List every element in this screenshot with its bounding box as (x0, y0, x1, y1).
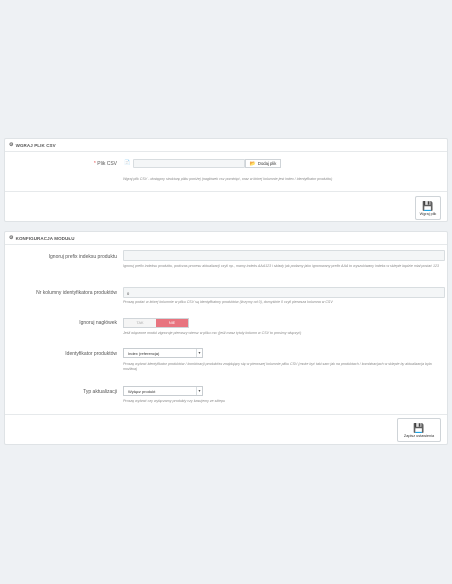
update-type-label: Typ aktualizacji (83, 389, 117, 395)
ignore-header-toggle[interactable]: TAK NIE (123, 318, 189, 328)
prefix-input[interactable] (123, 250, 445, 261)
config-footer-divider (5, 414, 447, 415)
csv-file-label: * Plik CSV (5, 161, 117, 167)
upload-file-button-label: Wgraj plik (419, 211, 437, 216)
column-number-help: Proszę podać w której kolumnie w pliku C… (123, 300, 333, 304)
csv-file-input[interactable] (133, 159, 245, 168)
gear-icon: ⚙ (9, 142, 14, 148)
upload-file-button[interactable]: 💾 Wgraj plik (415, 196, 441, 220)
config-panel-title: KONFIGURACJA MODUŁU (15, 235, 75, 241)
column-number-label: Nr kolumny identyfikatora produktów (36, 290, 117, 296)
ignore-header-label: Ignoruj nagłówek (79, 320, 117, 326)
csv-file-label-text: Plik CSV (97, 161, 117, 167)
identifier-help: Proszę wybrać identyfikator produktów / … (123, 362, 432, 371)
chevron-down-icon: ▼ (196, 387, 202, 395)
save-settings-button-label: Zapisz ustawienia (403, 433, 435, 438)
gear-icon: ⚙ (9, 235, 14, 241)
csv-file-help: Wgraj plik CSV - dostępny strukturę plik… (123, 177, 333, 181)
prefix-label: Ignoruj prefix indeksu produktu (48, 254, 117, 260)
add-file-button[interactable]: 📂 Dodaj plik (245, 159, 281, 168)
file-icon: 📄 (124, 160, 131, 166)
identifier-select-value: Index (referencja) (128, 350, 160, 356)
floppy-disk-icon: 💾 (422, 200, 434, 211)
floppy-disk-icon: 💾 (413, 422, 425, 433)
module-config-panel: ⚙ KONFIGURACJA MODUŁU Ignoruj prefix ind… (4, 231, 448, 445)
save-settings-button[interactable]: 💾 Zapisz ustawienia (397, 418, 441, 442)
required-mark: * (93, 161, 96, 167)
identifier-select[interactable]: Index (referencja) ▼ (123, 348, 203, 358)
toggle-no-option[interactable]: NIE (156, 319, 188, 327)
upload-panel-title: WGRAJ PLIK CSV (15, 142, 56, 148)
update-type-select[interactable]: Wyłącz produkt ▼ (123, 386, 203, 396)
prefix-help: Ignoruj prefix indeksu produktu, podczas… (123, 264, 440, 268)
toggle-yes-option[interactable]: TAK (124, 319, 156, 327)
folder-icon: 📂 (249, 160, 256, 167)
upload-csv-panel: ⚙ WGRAJ PLIK CSV * Plik CSV 📄 📂 Dodaj pl… (4, 138, 448, 222)
update-type-select-value: Wyłącz produkt (128, 388, 156, 394)
upload-footer-divider (5, 191, 447, 192)
column-number-value: 0 (127, 291, 130, 296)
upload-panel-header: ⚙ WGRAJ PLIK CSV (5, 139, 447, 152)
identifier-label: Identyfikator produktów (65, 351, 117, 357)
update-type-help: Proszę wybrać czy wyłączamy produkty czy… (123, 399, 226, 403)
ignore-header-help: Jeśli włączone moduł zignoruje pierwszy … (123, 331, 302, 335)
column-number-input[interactable]: 0 (123, 287, 445, 298)
add-file-button-label: Dodaj plik (257, 161, 277, 166)
config-panel-header: ⚙ KONFIGURACJA MODUŁU (5, 232, 447, 245)
chevron-down-icon: ▼ (196, 349, 202, 357)
